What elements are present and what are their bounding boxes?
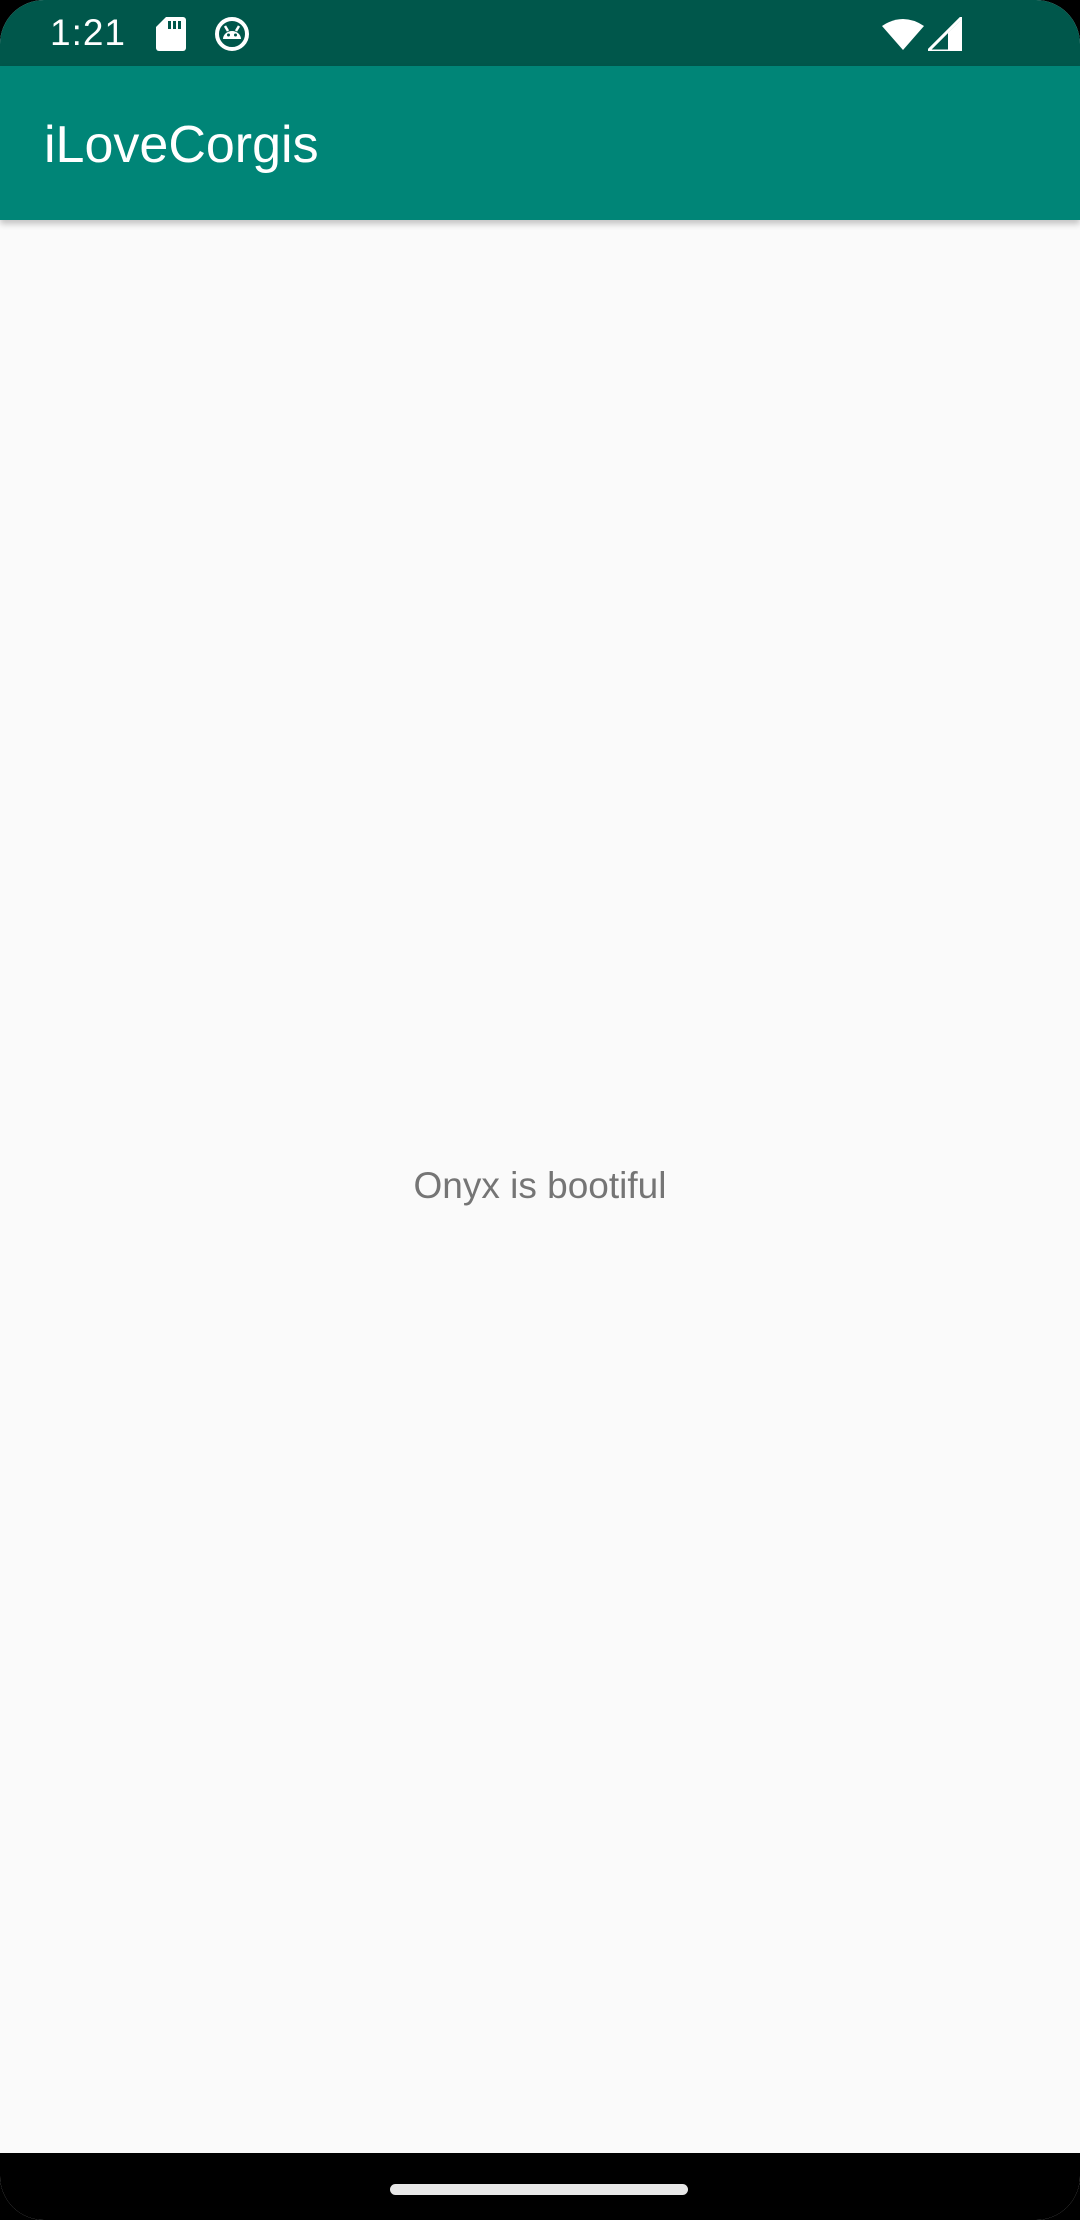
status-time: 1:21	[50, 12, 127, 53]
status-bar: 1:21	[0, 0, 1080, 66]
gesture-nav-bar	[0, 2153, 1080, 2220]
center-message: Onyx is bootiful	[413, 1165, 667, 1206]
app-title: iLoveCorgis	[44, 116, 319, 174]
wifi-icon	[882, 19, 924, 50]
sd-card-icon	[156, 17, 186, 51]
main-content: Onyx is bootiful	[0, 220, 1080, 2153]
app-screen: 1:21 iLoveCorgis Onyx is bootiful	[0, 0, 1080, 2220]
home-gesture-handle[interactable]	[390, 2184, 688, 2195]
android-debug-icon	[215, 17, 249, 51]
cell-signal-icon	[928, 17, 962, 51]
app-toolbar: iLoveCorgis	[0, 66, 1080, 220]
